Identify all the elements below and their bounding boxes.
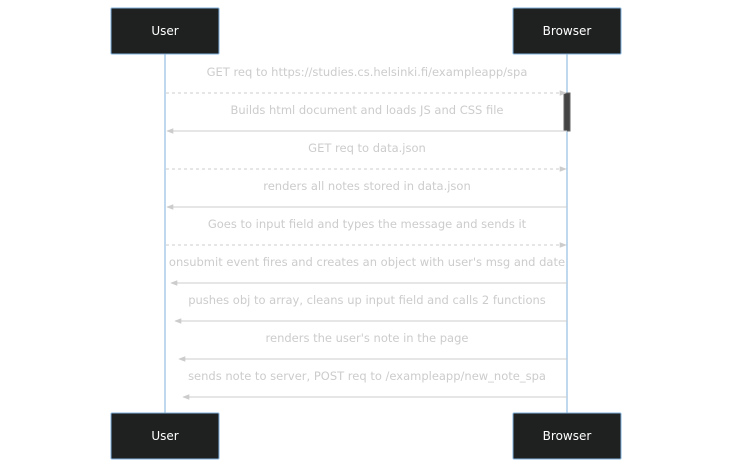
- message-label: onsubmit event fires and creates an obje…: [169, 255, 565, 269]
- message: GET req to https://studies.cs.helsinki.f…: [166, 65, 567, 96]
- message-label: GET req to data.json: [308, 141, 426, 155]
- messages-group: GET req to https://studies.cs.helsinki.f…: [166, 65, 567, 400]
- actor-label: Browser: [543, 24, 592, 38]
- actor-label: User: [151, 24, 178, 38]
- actor-browser-top: Browser: [512, 7, 622, 55]
- message-label: renders the user's note in the page: [266, 331, 469, 345]
- message: sends note to server, POST req to /examp…: [182, 369, 567, 400]
- message: pushes obj to array, cleans up input fie…: [174, 293, 567, 324]
- actor-browser-bottom: Browser: [512, 412, 622, 460]
- message: GET req to data.json: [166, 141, 567, 172]
- message-label: sends note to server, POST req to /examp…: [188, 369, 546, 383]
- actor-user-bottom: User: [110, 412, 220, 460]
- message-label: renders all notes stored in data.json: [263, 179, 471, 193]
- activation-bar: [563, 92, 571, 132]
- message: Builds html document and loads JS and CS…: [166, 103, 567, 134]
- actor-label: Browser: [543, 429, 592, 443]
- sequence-diagram: GET req to https://studies.cs.helsinki.f…: [110, 7, 622, 460]
- message-label: pushes obj to array, cleans up input fie…: [188, 293, 546, 307]
- message: onsubmit event fires and creates an obje…: [169, 255, 567, 286]
- message-label: GET req to https://studies.cs.helsinki.f…: [207, 65, 528, 79]
- message: renders all notes stored in data.json: [166, 179, 567, 210]
- actor-label: User: [151, 429, 178, 443]
- message-label: Goes to input field and types the messag…: [208, 217, 527, 231]
- message-label: Builds html document and loads JS and CS…: [231, 103, 504, 117]
- message: renders the user's note in the page: [178, 331, 567, 362]
- message: Goes to input field and types the messag…: [166, 217, 567, 248]
- actor-user-top: User: [110, 7, 220, 55]
